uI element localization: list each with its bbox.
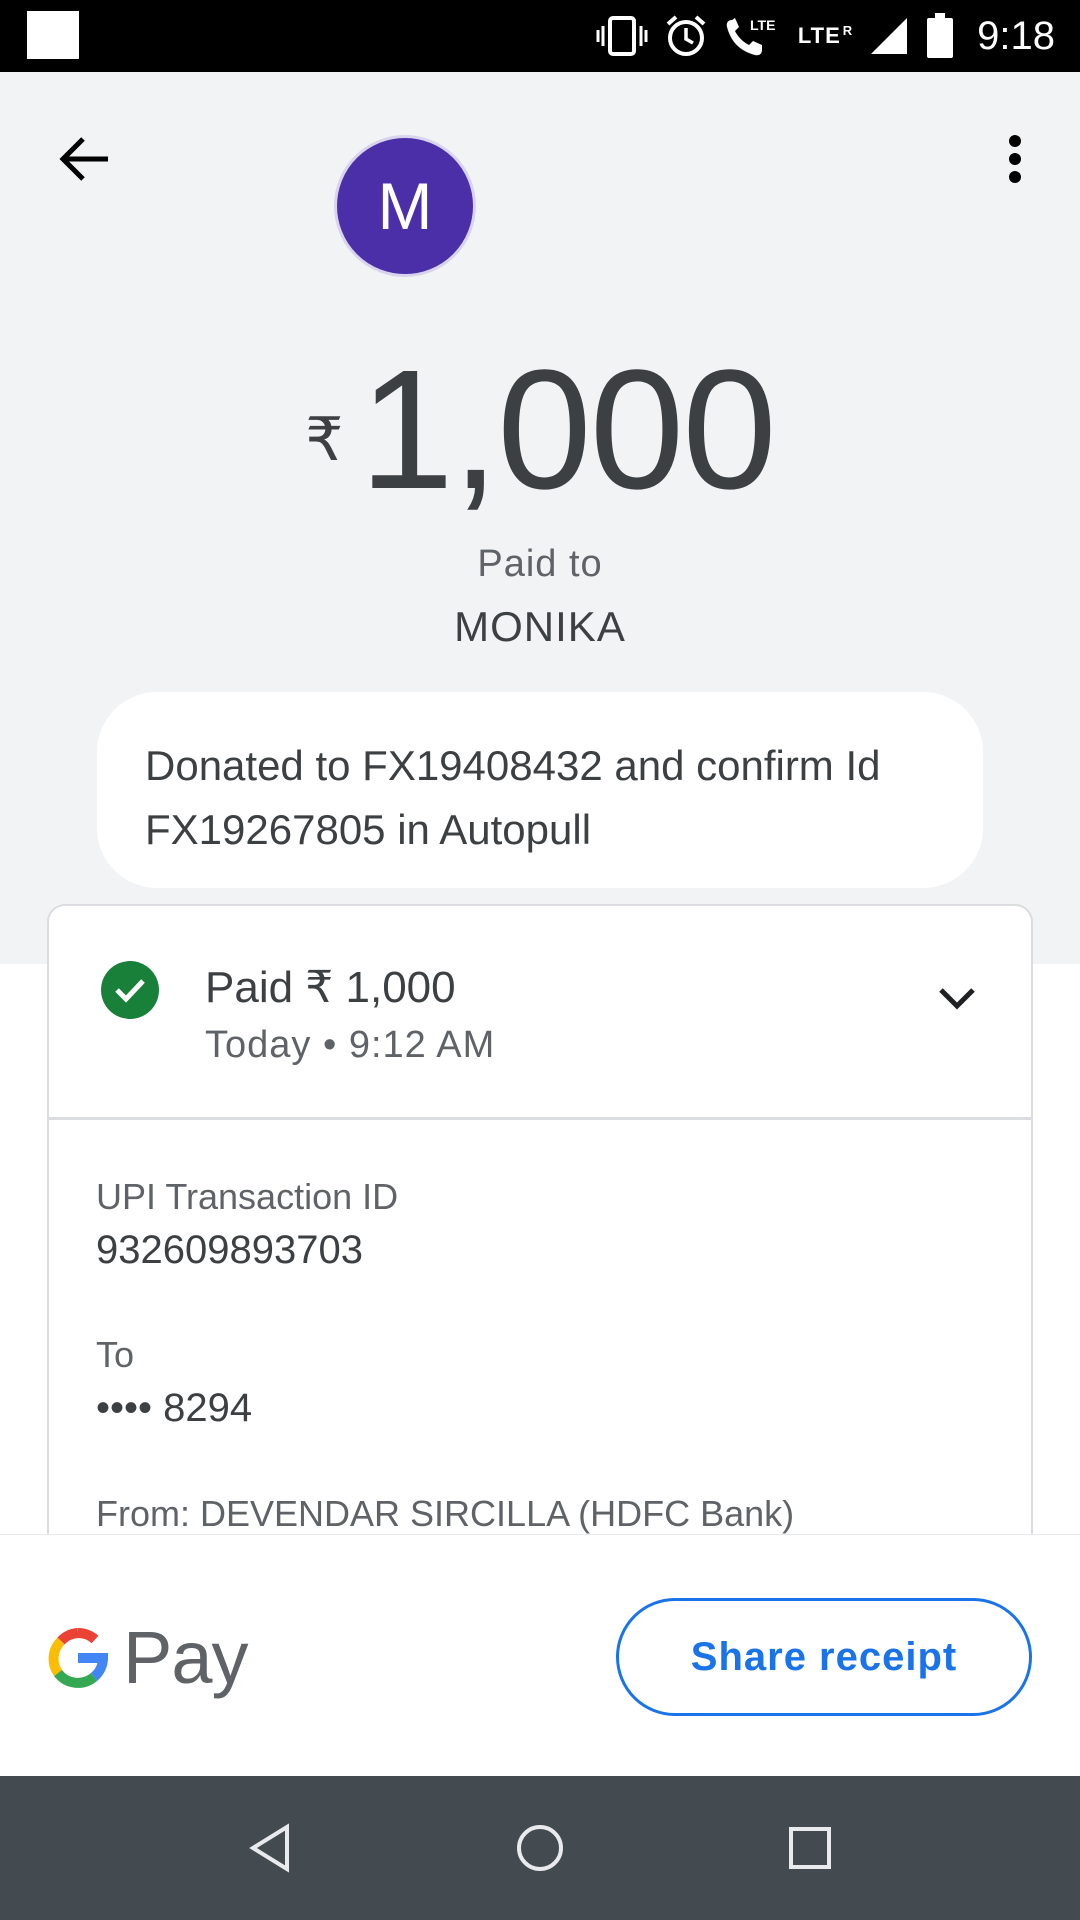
back-button[interactable] xyxy=(50,125,118,193)
system-navigation-bar xyxy=(0,1776,1080,1920)
arrow-left-icon xyxy=(59,137,108,181)
alarm-icon xyxy=(666,15,706,56)
clock: 9:18 xyxy=(977,13,1055,58)
currency-symbol: ₹ xyxy=(305,406,344,473)
google-g-icon xyxy=(48,1627,109,1688)
vibrate-icon xyxy=(596,16,648,56)
nav-recents-button[interactable] xyxy=(774,1812,846,1884)
amount-value: 1,000 xyxy=(359,335,776,525)
network-indicator: LTE R xyxy=(797,23,854,48)
upi-transaction-id-label: UPI Transaction ID xyxy=(96,1176,399,1217)
circle-home-icon xyxy=(517,1825,563,1871)
transaction-timestamp: Today • 9:12 AM xyxy=(205,1024,496,1066)
gpay-brand-text: Pay xyxy=(123,1616,249,1699)
nav-back-button[interactable] xyxy=(234,1812,306,1884)
from-account-text: From: DEVENDAR SIRCILLA (HDFC Bank) xyxy=(96,1493,795,1534)
paid-to-label: Paid to xyxy=(477,543,603,585)
nav-home-button[interactable] xyxy=(504,1812,576,1884)
avatar[interactable]: M xyxy=(334,135,476,277)
triangle-back-icon xyxy=(249,1823,289,1873)
expand-button[interactable] xyxy=(933,974,981,1022)
share-receipt-button[interactable]: Share receipt xyxy=(616,1598,1032,1716)
more-options-button[interactable] xyxy=(990,125,1040,193)
amount-display: ₹ 1,000 xyxy=(0,345,1080,515)
payment-note: Donated to FX19408432 and confirm Id FX1… xyxy=(97,692,983,888)
gpay-logo: Pay xyxy=(47,1615,249,1700)
battery-icon xyxy=(927,13,954,58)
notification-icon xyxy=(27,11,79,59)
to-account-value: •••• 8294 xyxy=(96,1386,253,1430)
check-circle-icon xyxy=(101,961,159,1019)
transaction-card: Paid ₹ 1,000 Today • 9:12 AM UPI Transac… xyxy=(47,904,1033,1544)
status-text: Paid ₹ 1,000 xyxy=(205,963,456,1012)
upi-transaction-id-value: 932609893703 xyxy=(96,1228,363,1272)
volte-call-icon: LTE xyxy=(726,17,775,56)
chevron-down-icon xyxy=(939,988,975,1010)
payee-name: MONIKA xyxy=(454,603,626,650)
more-vert-icon xyxy=(1009,135,1021,183)
bottom-action-bar: Pay Share receipt xyxy=(0,1534,1080,1776)
signal-icon xyxy=(871,18,908,54)
status-bar: LTE LTE R 9:18 xyxy=(0,0,1080,72)
svg-text:LTE: LTE xyxy=(750,17,775,33)
square-recents-icon xyxy=(789,1827,831,1869)
transaction-status-header[interactable]: Paid ₹ 1,000 Today • 9:12 AM xyxy=(49,906,1031,1120)
to-label: To xyxy=(96,1334,135,1375)
